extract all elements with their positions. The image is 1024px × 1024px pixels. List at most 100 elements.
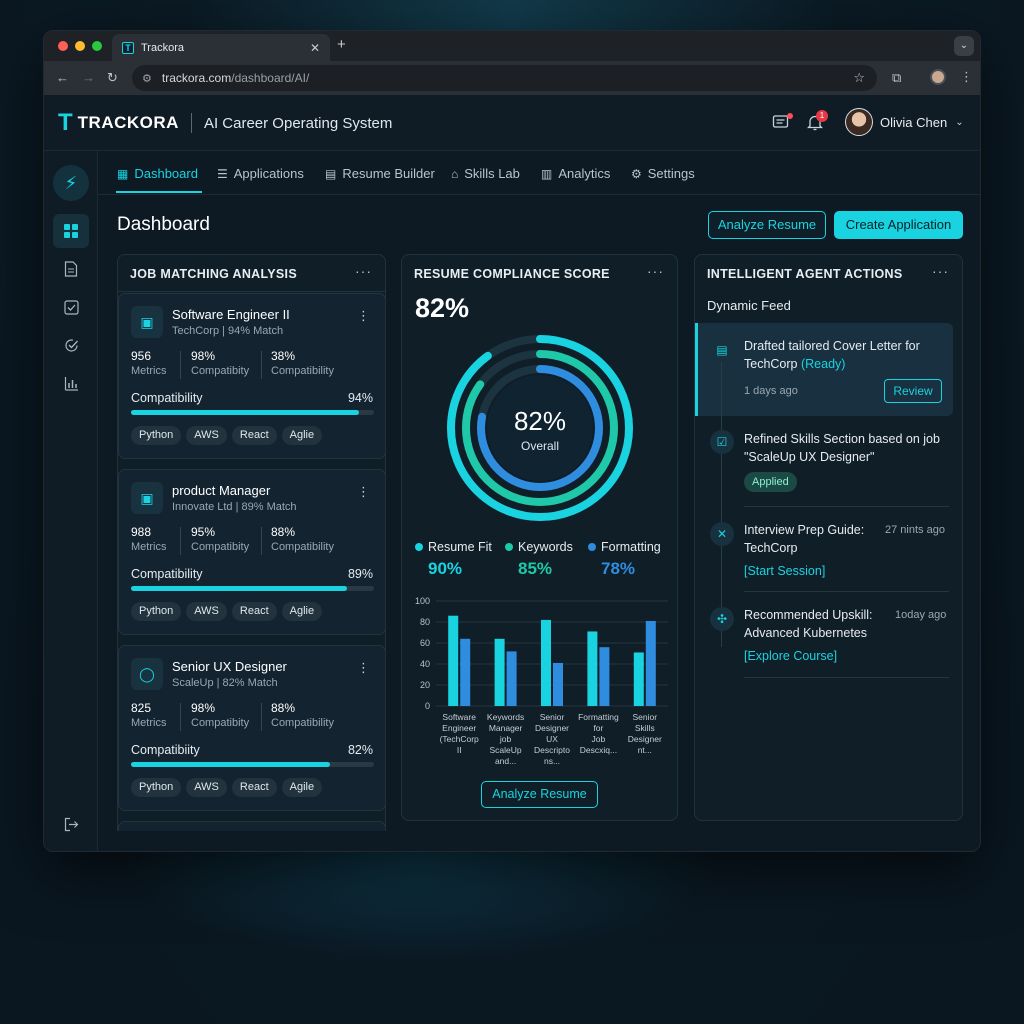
tab-label: Settings (647, 166, 695, 181)
job-card[interactable]: ▣ product Manager Innovate Ltd | 89% Mat… (118, 469, 385, 635)
document-icon: ▤ (710, 338, 734, 362)
tab-applications[interactable]: ☰ Applications (217, 166, 304, 181)
job-card[interactable]: ▣ Software Engineer II TechCorp | 94% Ma… (118, 293, 385, 459)
skill-chip[interactable]: Agile (281, 778, 323, 797)
skill-chip[interactable]: React (231, 778, 277, 797)
compatibility-label: Compatibility (131, 391, 203, 405)
skill-chips: Python AWS React Aglie (131, 426, 323, 445)
skill-chip[interactable]: React (231, 602, 277, 621)
job-card[interactable]: ◯ Senior UX Designer ScaleUp | 82% Match… (118, 645, 385, 811)
x-tick-label: Keywords Manager job ScaleUp and... (487, 712, 524, 766)
feed-item-time: 27 nints ago (885, 524, 945, 536)
start-session-link[interactable]: [Start Session] (744, 564, 825, 578)
more-horizontal-icon[interactable]: ··· (355, 263, 372, 279)
maximize-window-button[interactable] (92, 41, 102, 51)
lightning-bolt-icon[interactable]: ⚡ (53, 165, 89, 201)
back-arrow-icon[interactable]: ← (56, 70, 69, 85)
metric: 956 Metrics (131, 349, 166, 377)
page-title: Dashboard (117, 214, 210, 235)
metric-label: Compatibility (271, 365, 334, 377)
skill-chip[interactable]: Python (131, 778, 182, 797)
analyze-resume-button[interactable]: Analyze Resume (708, 211, 826, 239)
notification-badge: 1 (816, 110, 828, 122)
list-icon: ☰ (217, 166, 228, 181)
more-horizontal-icon[interactable]: ··· (932, 263, 949, 279)
close-tab-icon[interactable]: ✕ (310, 41, 320, 55)
forward-arrow-icon[interactable]: → (82, 70, 95, 85)
tab-settings[interactable]: ⚙ Settings (631, 166, 695, 181)
compatibility-bar (131, 410, 374, 415)
compatibility-value: 94% (347, 391, 373, 405)
browser-window: T Trackora ✕ + ⌄ ← → ↻ ⚙ trackora.com/da… (43, 30, 981, 852)
review-button[interactable]: Review (884, 379, 942, 403)
skill-chip[interactable]: Aglie (281, 602, 323, 621)
sidebar-item-dashboard[interactable] (53, 214, 89, 248)
tab-analytics[interactable]: ▥ Analytics (541, 166, 610, 181)
job-card-partial[interactable] (118, 821, 385, 831)
logout-button[interactable] (53, 807, 89, 841)
feed-item-text: Interview Prep Guide: TechCorp (744, 523, 865, 555)
browser-profile-avatar[interactable] (930, 69, 946, 85)
legend-formatting: Formatting (588, 540, 661, 554)
more-vertical-icon[interactable]: ⋮ (357, 484, 370, 500)
divider (744, 677, 949, 678)
job-matching-panel: JOB MATCHING ANALYSIS ··· ▣ Software Eng… (117, 254, 386, 831)
metric-label: Compatibility (271, 541, 334, 553)
tab-resume-builder[interactable]: ▤ Resume Builder (325, 166, 435, 181)
sidebar-item-analytics[interactable] (53, 366, 89, 400)
legend-label: Formatting (601, 540, 661, 554)
panel-title: RESUME COMPLIANCE SCORE (414, 267, 610, 281)
bookmark-star-icon[interactable]: ☆ (853, 70, 865, 86)
metric-label: Metrics (131, 365, 167, 377)
tab-label: Analytics (558, 166, 611, 181)
skill-chip[interactable]: Python (131, 602, 182, 621)
analyze-resume-secondary-button[interactable]: Analyze Resume (481, 781, 598, 808)
divider (744, 591, 949, 592)
user-menu[interactable]: Olivia Chen ⌄ (845, 108, 964, 136)
sidebar-item-goals[interactable] (53, 328, 89, 362)
skill-chips: Python AWS React Agile (131, 778, 323, 797)
sidebar-item-documents[interactable] (53, 252, 89, 286)
skill-chip[interactable]: AWS (186, 778, 227, 797)
more-horizontal-icon[interactable]: ··· (647, 263, 664, 279)
explore-course-link[interactable]: [Explore Course] (744, 649, 837, 663)
y-tick-label: 0 (425, 701, 430, 711)
extensions-puzzle-icon[interactable]: ⧉ (892, 70, 901, 86)
reload-icon[interactable]: ↻ (107, 70, 118, 86)
skill-chip[interactable]: Aglie (281, 426, 323, 445)
more-vertical-icon[interactable]: ⋮ (357, 660, 370, 676)
divider (261, 703, 262, 731)
sidebar-item-tasks[interactable] (53, 290, 89, 324)
browser-menu-icon[interactable]: ⋮ (960, 69, 973, 85)
site-info-icon[interactable]: ⚙ (142, 72, 152, 85)
skill-chip[interactable]: Python (131, 426, 182, 445)
tab-dashboard[interactable]: ▦ Dashboard (117, 166, 198, 181)
legend-dot (415, 543, 423, 551)
skill-chip[interactable]: AWS (186, 602, 227, 621)
tab-skills-lab[interactable]: ⌂ Skills Lab (451, 166, 520, 181)
more-vertical-icon[interactable]: ⋮ (357, 308, 370, 324)
logo[interactable]: T TRACKORA AI Career Operating System (58, 111, 392, 135)
metric: 98% Compatibity (191, 349, 249, 377)
job-company-match: ScaleUp | 82% Match (172, 677, 278, 689)
address-bar[interactable]: ⚙ trackora.com/dashboard/AI/ ☆ (132, 65, 877, 91)
close-window-button[interactable] (58, 41, 68, 51)
compatibility-bar-fill (131, 410, 360, 415)
network-icon: ✣ (710, 607, 734, 631)
active-tab-indicator (116, 191, 202, 193)
skill-chip[interactable]: React (231, 426, 277, 445)
skill-chip[interactable]: AWS (186, 426, 227, 445)
feed-item-time: 1oday ago (895, 609, 947, 621)
new-tab-icon[interactable]: + (337, 36, 346, 53)
metric-label: Compatibity (191, 717, 250, 729)
x-tick-label: Senior Designer UX Descripto ns... (534, 712, 570, 766)
y-tick-label: 80 (420, 617, 430, 627)
bar (494, 638, 505, 706)
browser-tab[interactable]: T Trackora ✕ (112, 34, 330, 61)
create-application-button[interactable]: Create Application (834, 211, 963, 239)
browser-toolbar: ← → ↻ ⚙ trackora.com/dashboard/AI/ ☆ ⧉ ⋮ (44, 61, 980, 95)
tab-search-icon[interactable]: ⌄ (954, 36, 974, 56)
feed-item-text: Refined Skills Section based on job "Sca… (744, 432, 940, 464)
legend-value-keywords: 85% (518, 559, 553, 578)
minimize-window-button[interactable] (75, 41, 85, 51)
